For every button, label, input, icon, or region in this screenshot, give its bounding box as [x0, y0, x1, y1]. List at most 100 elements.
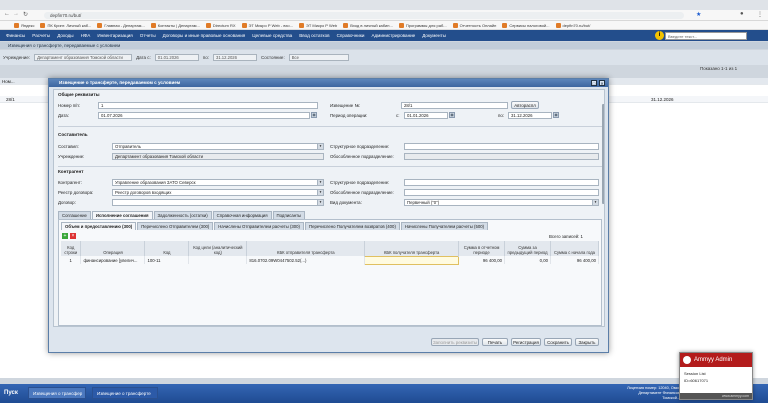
- contract-select[interactable]: ▾: [112, 199, 324, 206]
- subtab-sent[interactable]: Перечислено Отправителем (300): [137, 222, 214, 230]
- org-filter-field[interactable]: Департамент образования Томской области: [34, 54, 133, 61]
- tab-reference[interactable]: Справочная информация: [212, 211, 272, 219]
- main-tabs: Соглашение Исполнение соглашения Задолже…: [58, 211, 306, 219]
- taskbar-item[interactable]: Извещение о трансферте: [92, 387, 158, 399]
- ammyy-logo-icon: [683, 356, 691, 364]
- menu-item-reports[interactable]: Отчеты: [140, 33, 156, 38]
- search-input[interactable]: Введите текст...: [665, 32, 747, 40]
- transfer-notice-dialog: Извещение о трансферте, передаваемом с у…: [48, 78, 609, 353]
- cell-code[interactable]: 100-11: [144, 256, 190, 264]
- chevron-down-icon[interactable]: ▾: [317, 144, 323, 149]
- start-button[interactable]: Пуск: [0, 386, 26, 400]
- chevron-down-icon[interactable]: ▾: [317, 190, 323, 195]
- help-icon[interactable]: i: [655, 31, 664, 40]
- tab-execution[interactable]: Исполнение соглашения: [91, 211, 153, 219]
- profile-icon[interactable]: ●: [740, 11, 744, 17]
- no-field[interactable]: 1: [98, 102, 318, 109]
- cell-sum-period[interactable]: 96 400,00: [458, 256, 506, 264]
- close-button[interactable]: Закрыть: [575, 338, 599, 346]
- bookmark-item[interactable]: Яндекс: [14, 22, 34, 28]
- status-filter-field[interactable]: Все: [288, 54, 349, 61]
- browser-menu-icon[interactable]: ⋮: [757, 11, 763, 18]
- cell-kbk-sender[interactable]: 816.0702.09W0447502.52(...): [246, 256, 366, 264]
- calendar-icon[interactable]: ▦: [553, 112, 559, 118]
- separate-field[interactable]: [404, 153, 599, 160]
- date-field[interactable]: 01.07.2026: [98, 112, 310, 119]
- contractor-select[interactable]: Управление образования ЗАТО Северск ▾: [112, 179, 324, 186]
- back-icon[interactable]: ←: [4, 11, 10, 17]
- bookmark-item[interactable]: Directum RX: [205, 22, 236, 28]
- tab-agreement[interactable]: Соглашение: [58, 211, 91, 219]
- calendar-icon[interactable]: ▦: [311, 112, 317, 118]
- institution-field[interactable]: Департамент образования Томской области: [112, 153, 324, 160]
- registry-select[interactable]: Реестр договоров входящих ▾: [112, 189, 324, 196]
- menu-item-admin[interactable]: Администрирование: [371, 33, 415, 38]
- taskbar-item[interactable]: Извещения о трансфер: [28, 387, 86, 399]
- calendar-icon[interactable]: ▦: [449, 112, 455, 118]
- maximize-icon[interactable]: □: [591, 80, 597, 86]
- period-to-field[interactable]: 31.12.2026: [508, 112, 552, 119]
- menu-item-settlements[interactable]: Расчеты: [32, 33, 50, 38]
- menu-item-inventory[interactable]: Инвентаризация: [97, 33, 132, 38]
- bookmark-item[interactable]: ЭТ Микро Р Web - вхо...: [241, 22, 293, 28]
- date-from-field[interactable]: 01.01.2026: [154, 54, 199, 61]
- chevron-down-icon[interactable]: ▾: [592, 200, 598, 205]
- date-to-field[interactable]: 31.12.2026: [212, 54, 257, 61]
- subtab-recipient-accrued[interactable]: Начислены Получателем расчеты (500): [400, 222, 489, 230]
- menu-item-contracts[interactable]: Договоры и иные правовые основания: [163, 33, 246, 38]
- url-field[interactable]: depfin70.ru/but/: [44, 12, 684, 19]
- menu-item-target-funds[interactable]: Целевые средства: [252, 33, 292, 38]
- register-button[interactable]: Регистрация: [511, 338, 541, 346]
- cell-operation[interactable]: финансирование [увелич...: [80, 256, 146, 264]
- cell-sum-prev[interactable]: 0,00: [504, 256, 551, 264]
- struct2-field[interactable]: [404, 179, 599, 186]
- bookmark-item[interactable]: Главная - Департам...: [97, 22, 145, 28]
- menu-item-directories[interactable]: Справочники: [337, 33, 365, 38]
- print-button[interactable]: Печать: [482, 338, 508, 346]
- bookmark-item[interactable]: ПК Крипт. Личный каб...: [40, 22, 91, 28]
- bookmark-star-icon[interactable]: ★: [696, 11, 701, 18]
- subtab-sender-accrued[interactable]: Начислены Отправителем расчеты (300): [214, 222, 304, 230]
- bookmark-item[interactable]: Контакты | Департам...: [150, 22, 200, 28]
- bookmark-item[interactable]: depfin70.ru/but/: [555, 22, 590, 28]
- add-row-icon[interactable]: +: [62, 233, 68, 239]
- reload-icon[interactable]: ↻: [23, 11, 28, 18]
- menu-item-nfa[interactable]: НФА: [81, 33, 91, 38]
- period-to-label: по:: [498, 113, 505, 118]
- menu-item-documents[interactable]: Документы: [422, 33, 446, 38]
- cell-goal-code[interactable]: [188, 256, 248, 264]
- cell-sum-ytd[interactable]: 96 400,00: [550, 256, 600, 264]
- separate2-label: Обособленное подразделение:: [330, 190, 394, 195]
- delete-row-icon[interactable]: ×: [70, 233, 76, 239]
- separate2-field[interactable]: [404, 189, 599, 196]
- tab-debt[interactable]: Задолженность (остатки): [153, 211, 212, 219]
- bookmark-item[interactable]: Отчетность Онлайн: [452, 22, 496, 28]
- menu-item-income[interactable]: Доходы: [57, 33, 73, 38]
- composer-select[interactable]: Отправитель ▾: [112, 143, 324, 150]
- doctype-select[interactable]: Первичный ("0") ▾: [404, 199, 599, 206]
- chevron-down-icon[interactable]: ▾: [317, 180, 323, 185]
- forward-icon[interactable]: →: [13, 11, 19, 17]
- bookmark-item[interactable]: Программы для раб...: [398, 22, 447, 28]
- save-button[interactable]: Сохранить: [544, 338, 572, 346]
- menu-item-finance[interactable]: Финансы: [6, 33, 25, 38]
- notice-no-field[interactable]: 28/1: [401, 102, 508, 109]
- bookmark-item[interactable]: Сервисы налоговой...: [502, 22, 550, 28]
- menu-item-balances[interactable]: Ввод остатков: [299, 33, 329, 38]
- cell-kbk-recipient[interactable]: [364, 255, 460, 265]
- fill-details-button[interactable]: Заполнить реквизиты: [431, 338, 479, 346]
- subtab-returns[interactable]: Перечислено Получателем возвратов (400): [305, 222, 400, 230]
- struct-field[interactable]: [404, 143, 599, 150]
- chevron-down-icon[interactable]: ▾: [317, 200, 323, 205]
- tab-signers[interactable]: Подписанты: [272, 211, 306, 219]
- period-from-field[interactable]: 01.01.2026: [404, 112, 448, 119]
- ammyy-link[interactable]: www.ammyy.com: [680, 393, 752, 399]
- bookmark-item[interactable]: ЭТ Микро Р Web: [298, 22, 337, 28]
- autonumber-button[interactable]: Автораспл: [511, 101, 539, 109]
- scrollbar[interactable]: [602, 104, 604, 204]
- close-icon[interactable]: ✕: [599, 80, 605, 86]
- table-row[interactable]: 1 финансирование [увелич... 100-11 816.0…: [61, 255, 600, 265]
- subtab-volume[interactable]: Объем и предоставлению (300): [61, 222, 137, 230]
- bookmark-item[interactable]: Вход в личный кабин...: [343, 22, 393, 28]
- date-to-label: по:: [202, 55, 209, 60]
